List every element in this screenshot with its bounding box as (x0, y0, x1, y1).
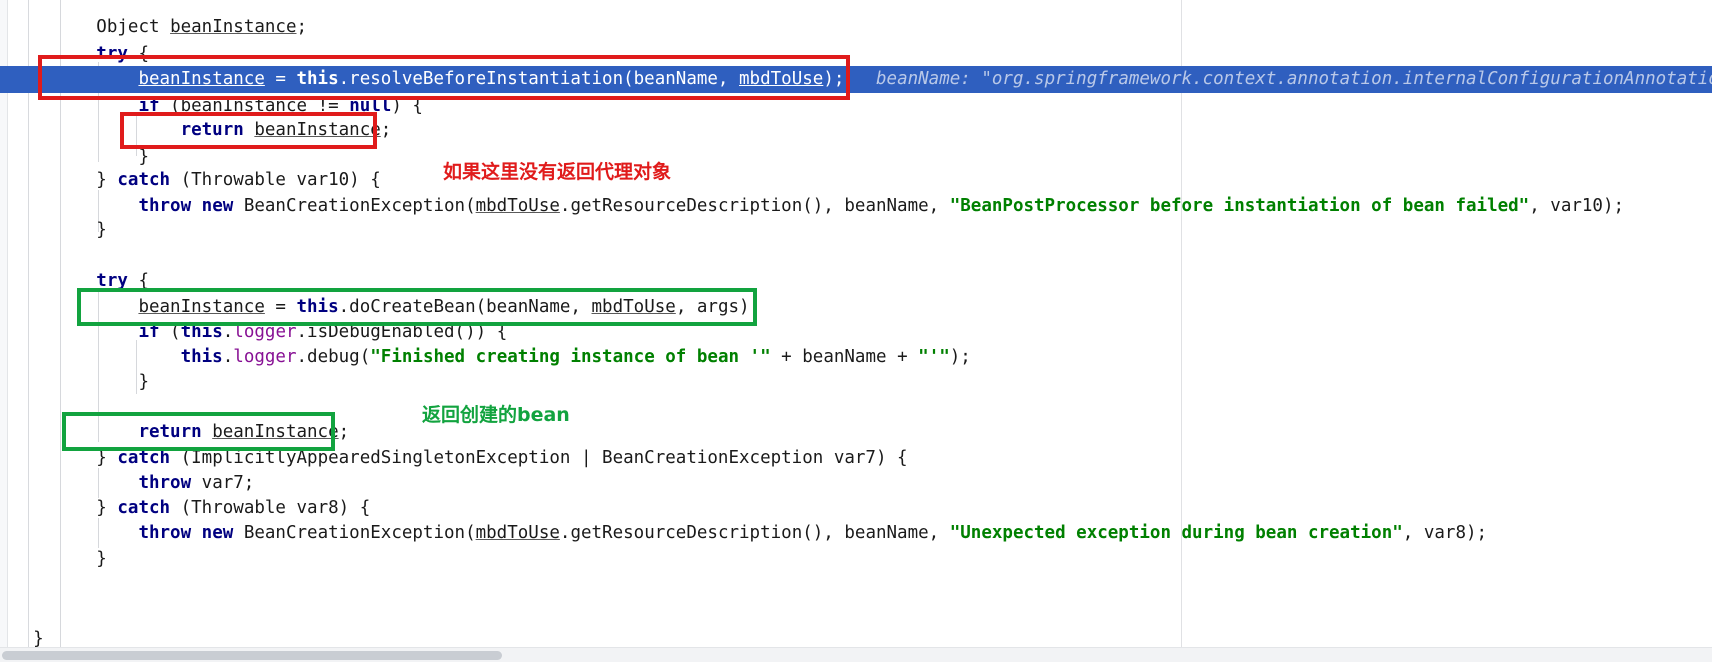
token-type-object: Object (96, 17, 160, 37)
token-keyword-if: if (138, 96, 160, 116)
code-line-0[interactable]: Object beanInstance; (0, 14, 1712, 41)
token-keyword-return: return (138, 422, 202, 442)
token-keyword-new: new (201, 523, 234, 543)
token-keyword-new: new (201, 196, 234, 216)
token-keyword-this: this (296, 297, 339, 317)
token-keyword-catch: catch (117, 170, 171, 190)
code-line-4[interactable]: return beanInstance; (0, 117, 1712, 144)
code-line-13[interactable]: this.logger.debug("Finished creating ins… (0, 344, 1712, 371)
horizontal-scrollbar-track[interactable] (0, 647, 1712, 662)
horizontal-scrollbar-thumb[interactable] (2, 651, 502, 660)
token-keyword-null: null (349, 96, 392, 116)
token-string-unexpected-exception: "Unexpected exception during bean creati… (949, 523, 1403, 543)
token-keyword-throw: throw (138, 196, 192, 216)
code-line-12[interactable]: if (this.logger.isDebugEnabled()) { (0, 319, 1712, 346)
token-keyword-catch: catch (117, 448, 171, 468)
token-field-logger: logger (233, 347, 297, 367)
code-line-14[interactable]: } (0, 369, 1712, 396)
code-line-18[interactable]: throw var7; (0, 470, 1712, 497)
token-keyword-throw: throw (138, 473, 192, 493)
token-var-beanInstance: beanInstance (254, 120, 381, 140)
code-line-2-execution-line[interactable]: beanInstance = this.resolveBeforeInstant… (0, 66, 1712, 94)
code-line-1[interactable]: try { (0, 41, 1712, 68)
token-var-beanInstance: beanInstance (212, 422, 339, 442)
token-var-beanInstance: beanInstance (138, 297, 265, 317)
token-keyword-try: try (96, 271, 128, 291)
token-keyword-throw: throw (138, 523, 192, 543)
code-line-22[interactable] (0, 570, 1712, 597)
code-line-19[interactable]: } catch (Throwable var8) { (0, 495, 1712, 522)
token-keyword-if: if (138, 322, 160, 342)
code-editor-screenshot: Object beanInstance; try { beanInstance … (0, 0, 1712, 662)
note-red-no-proxy-returned: 如果这里没有返回代理对象 (443, 161, 672, 183)
token-field-logger: logger (233, 322, 297, 342)
note-green-return-created-bean: 返回创建的bean (422, 404, 570, 426)
token-keyword-return: return (180, 120, 244, 140)
token-var-mbdToUse: mbdToUse (475, 196, 560, 216)
token-var-mbdToUse: mbdToUse (475, 523, 560, 543)
token-string-bpp-failed: "BeanPostProcessor before instantiation … (949, 196, 1530, 216)
token-var-mbdToUse: mbdToUse (739, 69, 824, 89)
code-line-11[interactable]: beanInstance = this.doCreateBean(beanNam… (0, 294, 1712, 321)
token-string-finished-creating: "Finished creating instance of bean '" (370, 347, 771, 367)
token-keyword-this: this (180, 322, 223, 342)
debugger-inline-hint: beanName: "org.springframework.context.a… (876, 69, 1712, 89)
token-keyword-try: try (96, 44, 128, 64)
code-line-8[interactable]: } (0, 217, 1712, 244)
code-content[interactable]: Object beanInstance; try { beanInstance … (0, 0, 1712, 649)
token-var-beanInstance: beanInstance (170, 17, 297, 37)
token-var-beanInstance: beanInstance (138, 69, 265, 89)
token-keyword-this: this (180, 347, 223, 367)
token-var-beanInstance: beanInstance (180, 96, 308, 116)
code-line-6[interactable]: } catch (Throwable var10) { (0, 167, 1712, 194)
token-keyword-this: this (296, 69, 339, 89)
code-line-20[interactable]: throw new BeanCreationException(mbdToUse… (0, 520, 1712, 547)
token-var-mbdToUse: mbdToUse (591, 297, 676, 317)
code-line-10[interactable]: try { (0, 268, 1712, 295)
code-line-17[interactable]: } catch (ImplicitlyAppearedSingletonExce… (0, 445, 1712, 472)
code-line-16[interactable]: return beanInstance; (0, 419, 1712, 446)
token-keyword-catch: catch (117, 498, 171, 518)
token-string-quote-close: "'" (918, 347, 950, 367)
